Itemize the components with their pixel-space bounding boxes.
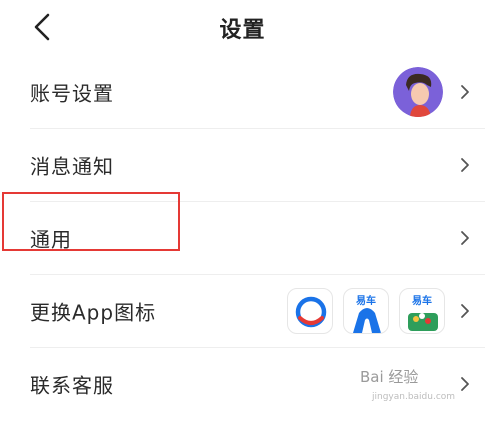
settings-row-account[interactable]: 账号设置 [0, 55, 485, 128]
app-icon-options: 易车 易车 [287, 287, 445, 334]
watermark: Bai 经验 [360, 368, 419, 386]
avatar [393, 66, 443, 117]
row-label-customer-service: 联系客服 [30, 373, 114, 397]
chevron-right-icon [461, 376, 469, 391]
chevron-right-icon [461, 84, 469, 99]
highlight-box [2, 192, 180, 251]
watermark-url: jingyan.baidu.com [372, 392, 456, 402]
chevron-right-icon [461, 303, 469, 318]
app-icon-option-3[interactable]: 易车 [399, 287, 445, 334]
chevron-right-icon [461, 230, 469, 245]
chevron-right-icon [461, 157, 469, 172]
app-icon-option-3-text: 易车 [412, 295, 432, 307]
settings-row-app-icon[interactable]: 更换App图标 易车 易车 [0, 274, 485, 347]
row-label-account: 账号设置 [30, 81, 114, 105]
page-title: 设置 [219, 18, 266, 43]
app-icon-option-1[interactable] [287, 287, 333, 334]
row-label-notifications: 消息通知 [30, 154, 114, 178]
header: 设置 [0, 0, 485, 55]
row-label-app-icon: 更换App图标 [30, 300, 157, 324]
app-icon-option-2-text: 易车 [356, 295, 376, 307]
app-icon-option-2[interactable]: 易车 [343, 287, 389, 334]
settings-row-notifications[interactable]: 消息通知 [0, 128, 485, 201]
